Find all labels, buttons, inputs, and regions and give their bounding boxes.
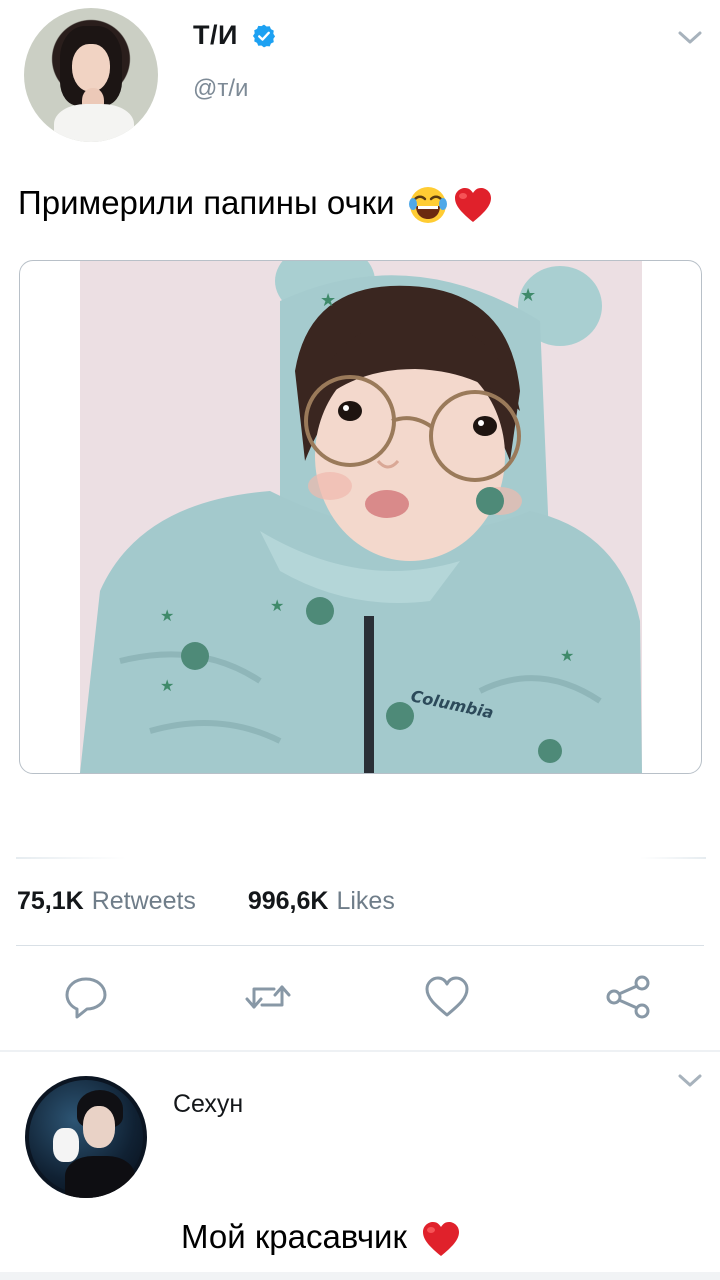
tears-of-joy-emoji-icon <box>408 187 447 224</box>
retweets-label: Retweets <box>91 887 196 915</box>
red-heart-emoji-icon <box>423 1222 460 1257</box>
svg-text:★: ★ <box>270 596 284 615</box>
reply-text-content: Мой красавчик <box>181 1218 407 1255</box>
child-in-glasses-photo: ★ ★ ★ ★ ★ ★ Columbia <box>80 261 642 773</box>
like-button[interactable] <box>423 973 471 1021</box>
divider-fade-right <box>640 857 706 859</box>
reply-author-avatar[interactable] <box>25 1076 147 1198</box>
chevron-down-icon[interactable] <box>677 1073 703 1089</box>
reply-button[interactable] <box>62 973 110 1021</box>
verified-badge-icon <box>252 24 276 48</box>
tweet-text-content: Примерили папины очки <box>18 184 395 221</box>
svg-text:★: ★ <box>520 285 536 306</box>
divider-fade-left <box>16 857 126 859</box>
svg-text:★: ★ <box>160 606 174 625</box>
tweet-detail-screen: Т/И @т/и Примерили папины очки ★ ★ ★ ★ ★… <box>0 0 720 1280</box>
reply-icon <box>65 977 107 1019</box>
svg-text:★: ★ <box>560 646 574 665</box>
likes-count: 996,6K <box>247 887 329 915</box>
retweet-button[interactable] <box>244 973 292 1021</box>
retweet-icon <box>245 985 291 1009</box>
reply-author-name[interactable]: Сехун <box>173 1090 243 1119</box>
share-icon <box>606 975 650 1019</box>
tweet-text: Примерили папины очки <box>18 184 494 225</box>
retweets-count: 75,1K <box>17 887 84 915</box>
tweet-media-card[interactable]: ★ ★ ★ ★ ★ ★ Columbia <box>19 260 702 774</box>
stats-divider <box>16 945 704 946</box>
chevron-down-icon[interactable] <box>677 30 703 46</box>
bottom-strip <box>0 1272 720 1280</box>
reply-separator <box>0 1050 720 1052</box>
author-handle[interactable]: @т/и <box>193 75 248 103</box>
tweet-photo[interactable]: ★ ★ ★ ★ ★ ★ Columbia <box>80 261 642 773</box>
reply-text: Мой красавчик <box>181 1218 462 1259</box>
like-heart-icon <box>425 976 469 1017</box>
tweet-stats: 75,1K Retweets 996,6K Likes <box>17 887 395 916</box>
share-button[interactable] <box>604 973 652 1021</box>
author-name[interactable]: Т/И <box>193 20 238 51</box>
svg-text:★: ★ <box>160 676 174 695</box>
red-heart-emoji-icon <box>454 188 491 223</box>
author-avatar[interactable] <box>24 8 158 142</box>
retweets-stat[interactable]: 75,1K Retweets <box>17 887 203 915</box>
likes-stat[interactable]: 996,6K Likes <box>241 887 395 915</box>
likes-label: Likes <box>336 887 395 915</box>
svg-text:★: ★ <box>320 290 336 311</box>
